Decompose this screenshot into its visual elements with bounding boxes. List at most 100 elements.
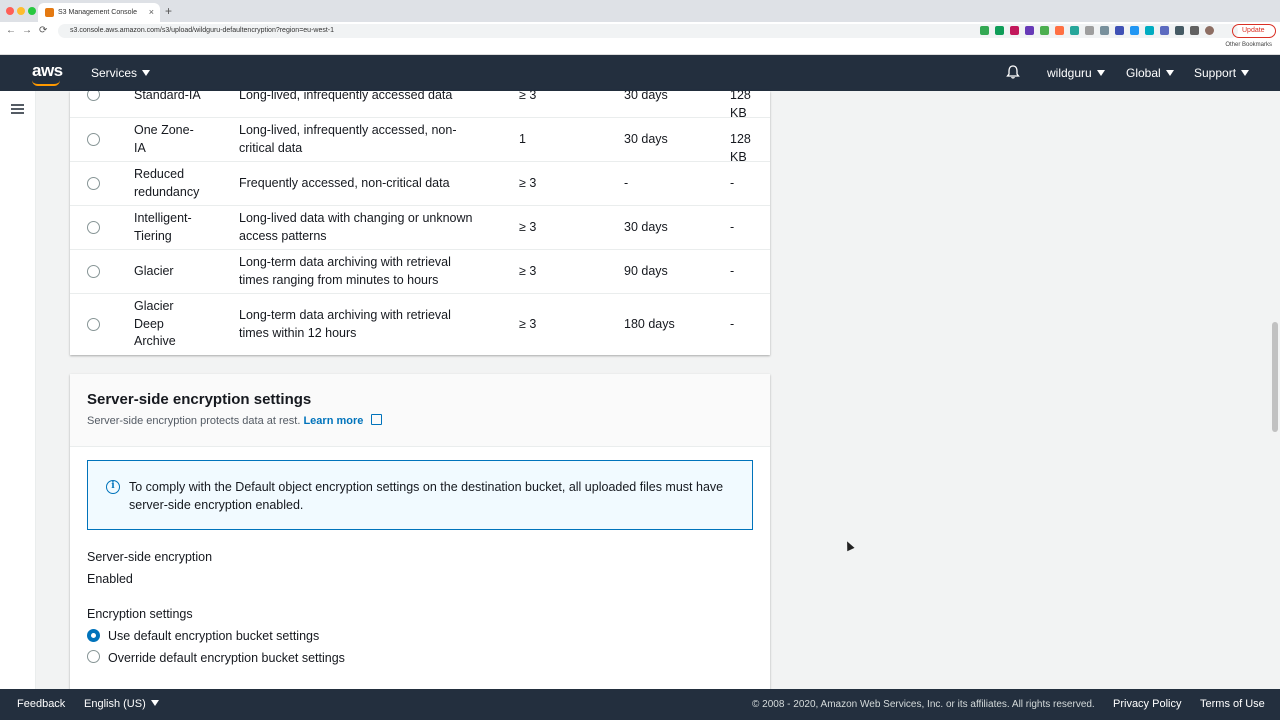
extension-icon[interactable] [980, 26, 989, 35]
chevron-down-icon [142, 70, 151, 76]
minimize-window-icon[interactable] [17, 7, 25, 15]
class-min-duration: 30 days [624, 91, 668, 102]
menu-hamburger-icon[interactable] [11, 104, 24, 114]
page-scrollbar[interactable] [1272, 322, 1278, 432]
storage-class-radio[interactable] [87, 221, 100, 234]
browser-tab[interactable]: S3 Management Console × [38, 3, 160, 22]
new-tab-button[interactable]: + [165, 4, 172, 18]
url-text: s3.console.aws.amazon.com/s3/upload/wild… [70, 27, 335, 34]
table-row[interactable]: One Zone-IA Long-lived, infrequently acc… [70, 117, 770, 164]
privacy-policy-link[interactable]: Privacy Policy [1113, 698, 1181, 710]
feedback-link[interactable]: Feedback [17, 698, 65, 710]
aws-favicon-icon [45, 8, 54, 17]
chevron-down-icon [150, 700, 159, 706]
account-label: wildguru [1047, 66, 1092, 80]
class-name: Intelligent-Tiering [134, 211, 192, 243]
use-default-option-label[interactable]: Use default encryption bucket settings [108, 629, 319, 643]
use-default-radio[interactable] [87, 629, 100, 642]
override-radio[interactable] [87, 650, 100, 663]
chevron-down-icon [1096, 70, 1105, 76]
extension-icon[interactable] [1145, 26, 1154, 35]
puzzle-icon[interactable] [1190, 26, 1199, 35]
chevron-down-icon [1241, 70, 1250, 76]
left-rail [0, 91, 36, 689]
table-row[interactable]: Standard-IA Long-lived, infrequently acc… [70, 91, 770, 120]
aws-top-nav: aws Services wildguru Global Support [0, 55, 1280, 91]
region-menu[interactable]: Global [1126, 66, 1174, 80]
class-use-case: Long-term data archiving with retrieval … [239, 255, 451, 287]
console-footer: Feedback English (US) © 2008 - 2020, Ama… [0, 689, 1280, 720]
table-row[interactable]: Glacier Long-term data archiving with re… [70, 249, 770, 293]
class-use-case: Long-lived, infrequently accessed, non-c… [239, 123, 457, 155]
bookmarks-bar: Other Bookmarks [0, 40, 1280, 55]
chevron-down-icon [1165, 70, 1174, 76]
notifications-bell-icon[interactable] [1006, 65, 1020, 79]
extension-icon[interactable] [1130, 26, 1139, 35]
aws-logo[interactable]: aws [32, 61, 63, 86]
class-min-size: - [730, 176, 735, 190]
storage-class-radio[interactable] [87, 91, 100, 101]
language-selector[interactable]: English (US) [84, 698, 159, 710]
class-az: ≥ 3 [519, 91, 537, 102]
class-min-size: - [730, 317, 735, 331]
extension-icon[interactable] [995, 26, 1004, 35]
browser-update-button[interactable]: Update [1232, 24, 1276, 38]
sse-label: Server-side encryption [87, 550, 213, 564]
learn-more-link[interactable]: Learn more [303, 415, 363, 427]
info-alert: i To comply with the Default object encr… [87, 460, 753, 530]
aws-logo-text: aws [32, 61, 63, 80]
terms-of-use-link[interactable]: Terms of Use [1200, 698, 1265, 710]
class-use-case: Long-term data archiving with retrieval … [239, 308, 451, 340]
storage-class-radio[interactable] [87, 265, 100, 278]
class-name: Standard-IA [134, 91, 201, 102]
extension-icon[interactable] [1175, 26, 1184, 35]
external-link-icon[interactable] [371, 414, 383, 425]
extension-icon[interactable] [1115, 26, 1124, 35]
support-label: Support [1194, 66, 1237, 80]
class-name: Glacier [134, 264, 174, 278]
close-window-icon[interactable] [6, 7, 14, 15]
forward-icon[interactable]: → [22, 25, 32, 36]
sse-value: Enabled [87, 572, 133, 586]
class-min-duration: 90 days [624, 264, 668, 278]
support-menu[interactable]: Support [1194, 66, 1250, 80]
table-row[interactable]: Intelligent-Tiering Long-lived data with… [70, 205, 770, 249]
account-menu[interactable]: wildguru [1047, 66, 1105, 80]
class-min-duration: - [624, 176, 629, 190]
class-az: ≥ 3 [519, 220, 537, 234]
override-option-label[interactable]: Override default encryption bucket setti… [108, 651, 345, 665]
storage-class-radio[interactable] [87, 133, 100, 146]
encryption-settings-label: Encryption settings [87, 607, 193, 621]
table-row[interactable]: Glacier Deep Archive Long-term data arch… [70, 293, 770, 355]
mouse-cursor-icon [843, 539, 855, 552]
class-name: Glacier Deep Archive [134, 299, 176, 348]
storage-class-radio[interactable] [87, 318, 100, 331]
browser-tab-bar: S3 Management Console × + [0, 0, 1280, 22]
table-row[interactable]: Reduced redundancy Frequently accessed, … [70, 161, 770, 205]
extension-icon[interactable] [1160, 26, 1169, 35]
class-az: ≥ 3 [519, 264, 537, 278]
tab-title: S3 Management Console [58, 9, 137, 16]
extension-icon[interactable] [1085, 26, 1094, 35]
extension-icon[interactable] [1010, 26, 1019, 35]
profile-avatar[interactable] [1205, 26, 1214, 35]
extension-icon[interactable] [1040, 26, 1049, 35]
extension-icon[interactable] [1070, 26, 1079, 35]
back-icon[interactable]: ← [6, 25, 16, 36]
class-az: 1 [519, 132, 526, 146]
storage-class-radio[interactable] [87, 177, 100, 190]
extension-icon[interactable] [1100, 26, 1109, 35]
extension-icon[interactable] [1055, 26, 1064, 35]
update-label: Update [1242, 27, 1265, 34]
address-bar-row: ← → ⟳ s3.console.aws.amazon.com/s3/uploa… [0, 22, 1280, 40]
maximize-window-icon[interactable] [28, 7, 36, 15]
other-bookmarks[interactable]: Other Bookmarks [1225, 42, 1272, 48]
language-label: English (US) [84, 698, 146, 710]
reload-icon[interactable]: ⟳ [39, 25, 47, 36]
extension-icon[interactable] [1025, 26, 1034, 35]
services-menu[interactable]: Services [91, 66, 151, 80]
class-min-duration: 180 days [624, 317, 675, 331]
section-description: Server-side encryption protects data at … [87, 414, 383, 427]
class-min-duration: 30 days [624, 132, 668, 146]
tab-close-icon[interactable]: × [149, 7, 154, 17]
